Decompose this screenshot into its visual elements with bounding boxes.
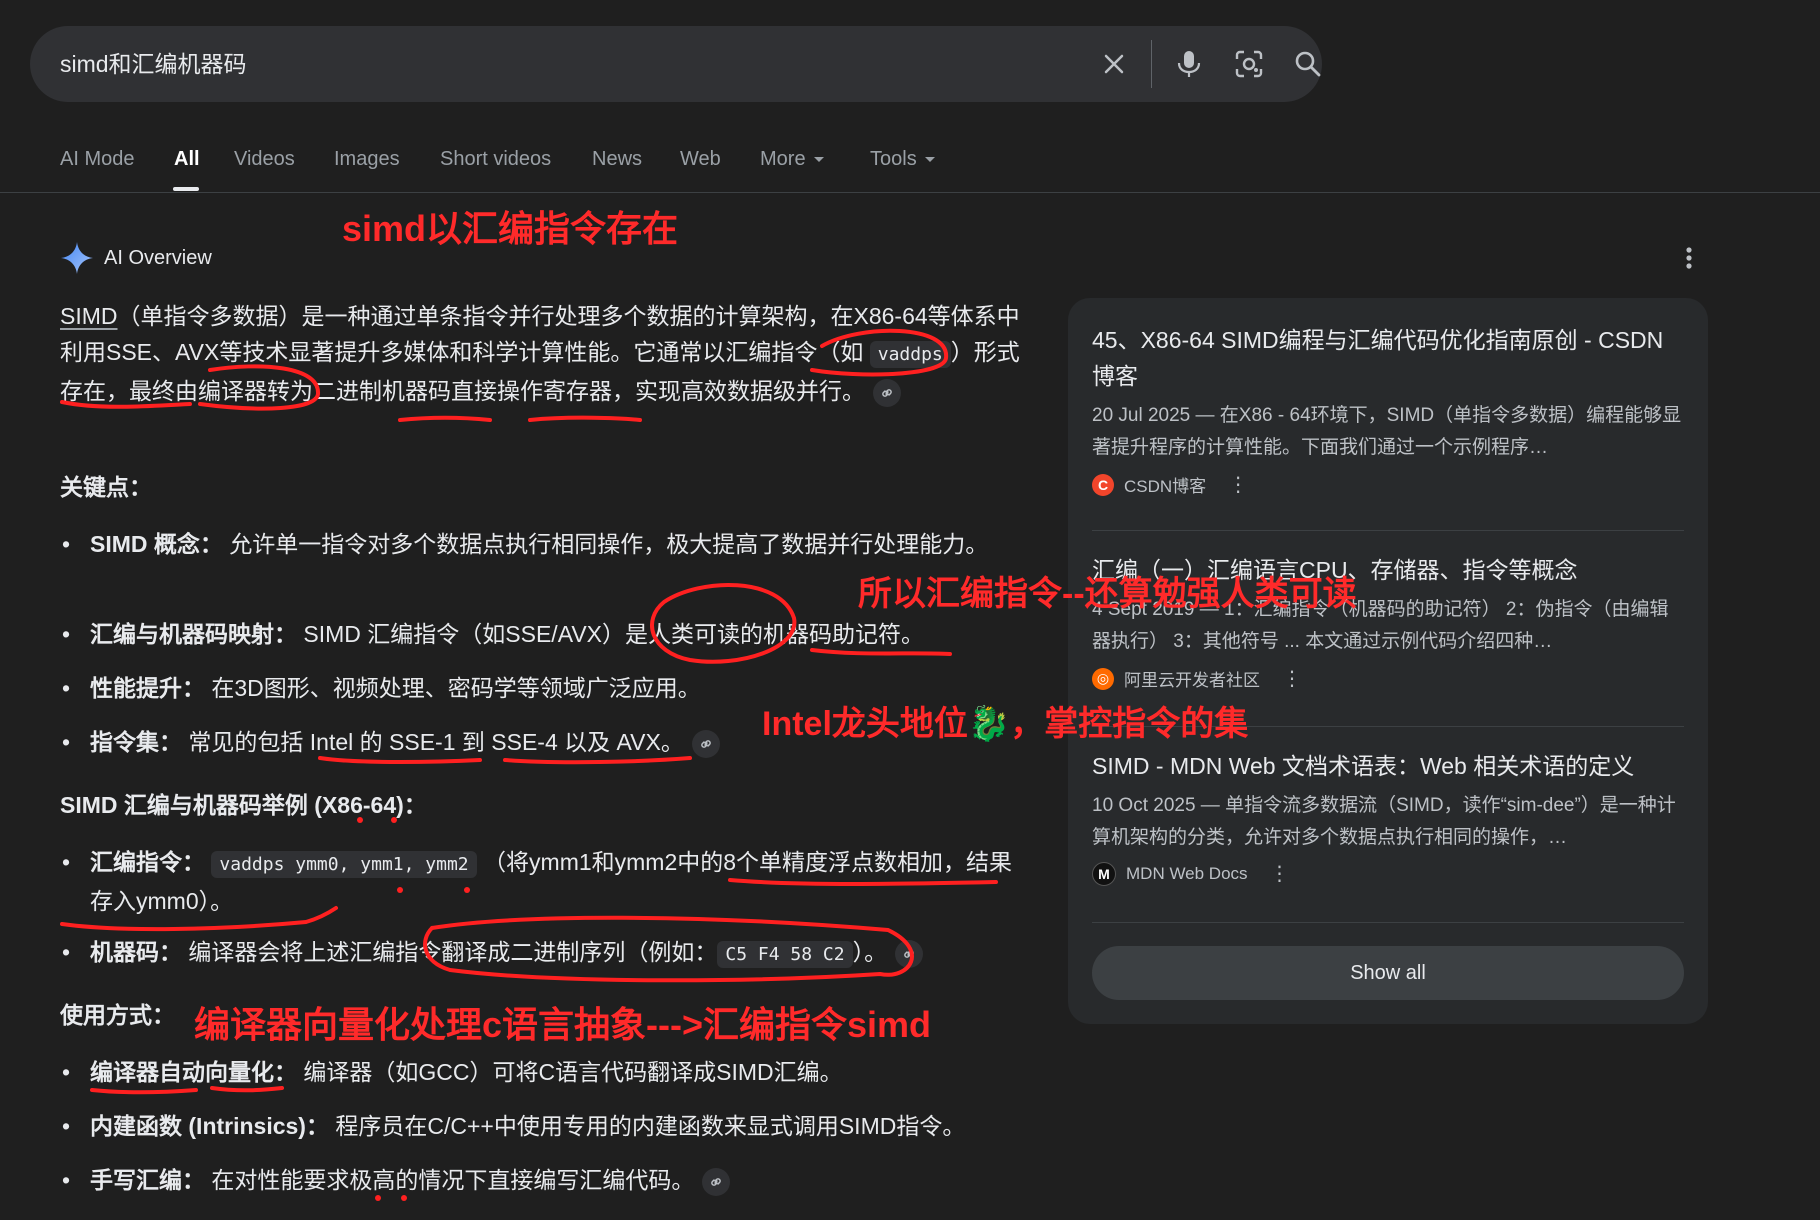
asm-code: vaddps ymm0, ymm1, ymm2 bbox=[211, 851, 477, 878]
source-snippet: 10 Oct 2025 — 单指令流多数据流（SIMD，读作“sim-dee”）… bbox=[1092, 795, 1676, 848]
item-label: 汇编与机器码映射： bbox=[90, 621, 297, 647]
list-item: 汇编指令： vaddps ymm0, ymm1, ymm2 （将ymm1和ymm… bbox=[60, 844, 1020, 919]
tab-images[interactable]: Images bbox=[334, 148, 400, 171]
item-label: SIMD 概念： bbox=[90, 531, 223, 557]
gemini-sparkle-icon bbox=[61, 242, 93, 274]
tab-web[interactable]: Web bbox=[680, 148, 721, 171]
ai-overview-header: AI Overview bbox=[60, 240, 212, 276]
list-item: 汇编与机器码映射： SIMD 汇编指令（如SSE/AVX）是人类可读的机器码助记… bbox=[60, 616, 1020, 652]
tab-more-label: More bbox=[760, 148, 806, 170]
item-label: 汇编指令： bbox=[90, 849, 205, 875]
annotation-text: Intel龙头地位🐉，掌控指令的集 bbox=[762, 705, 1249, 743]
show-all-button[interactable]: Show all bbox=[1092, 946, 1684, 1000]
item-label: 手写汇编： bbox=[90, 1167, 205, 1193]
list-item: 编译器自动向量化： 编译器（如GCC）可将C语言代码翻译成SIMD汇编。 bbox=[60, 1054, 1020, 1090]
tab-ai-mode[interactable]: AI Mode bbox=[60, 148, 134, 171]
source-site-name: MDN Web Docs bbox=[1126, 864, 1248, 883]
list-item: 内建函数 (Intrinsics)： 程序员在C/C++中使用专用的内建函数来显… bbox=[60, 1108, 1020, 1144]
citation-link-icon[interactable] bbox=[873, 378, 901, 407]
item-text: 在对性能要求极高的情况下直接编写汇编代码。 bbox=[211, 1167, 695, 1193]
source-snippet: 20 Jul 2025 — 在X86 - 64环境下，SIMD（单指令多数据）编… bbox=[1092, 405, 1682, 458]
chevron-down-icon bbox=[813, 157, 824, 163]
example-heading: SIMD 汇编与机器码举例 (X86-64)： bbox=[60, 792, 427, 818]
sources-panel: 45、X86-64 SIMD编程与汇编代码优化指南原创 - CSDN博客 20 … bbox=[1068, 298, 1708, 1024]
inline-code: vaddps bbox=[869, 341, 951, 368]
tab-videos[interactable]: Videos bbox=[234, 148, 295, 171]
ai-overview-intro: SIMD（单指令多数据）是一种通过单条指令并行处理多个数据的计算架构，在X86-… bbox=[60, 298, 1020, 409]
annotation-text: simd以汇编指令存在 bbox=[342, 208, 679, 249]
source-site-name: 阿里云开发者社区 bbox=[1124, 671, 1260, 690]
item-text: 编译器会将上述汇编指令翻译成二进制序列（例如： bbox=[188, 939, 718, 965]
ai-overview-title: AI Overview bbox=[104, 246, 212, 269]
microphone-icon[interactable] bbox=[1165, 40, 1213, 88]
search-tabs: AI Mode All Videos Images Short videos N… bbox=[0, 140, 1820, 193]
item-label: 内建函数 (Intrinsics)： bbox=[90, 1113, 329, 1139]
item-label: 性能提升： bbox=[90, 675, 205, 701]
item-label: 编译器自动向量化： bbox=[90, 1059, 297, 1085]
source-site: C CSDN博客 ⋮ bbox=[1092, 472, 1684, 497]
divider bbox=[1092, 530, 1684, 531]
item-label: 机器码： bbox=[90, 939, 182, 965]
item-text: 程序员在C/C++中使用专用的内建函数来显式调用SIMD指令。 bbox=[335, 1113, 966, 1139]
divider bbox=[1092, 922, 1684, 923]
source-title[interactable]: SIMD - MDN Web 文档术语表：Web 相关术语的定义 bbox=[1092, 748, 1684, 784]
list-item: 手写汇编： 在对性能要求极高的情况下直接编写汇编代码。 bbox=[60, 1162, 1020, 1198]
search-divider bbox=[1151, 40, 1152, 88]
tab-news[interactable]: News bbox=[592, 148, 642, 171]
chevron-down-icon bbox=[924, 157, 935, 163]
item-label: 指令集： bbox=[90, 729, 182, 755]
usage-heading: 使用方式： bbox=[60, 1002, 175, 1028]
tab-tools-label: Tools bbox=[870, 148, 917, 170]
source-card[interactable]: SIMD - MDN Web 文档术语表：Web 相关术语的定义 10 Oct … bbox=[1092, 748, 1684, 886]
key-points-heading: 关键点： bbox=[60, 474, 152, 500]
tab-short-videos[interactable]: Short videos bbox=[440, 148, 551, 171]
tab-all[interactable]: All bbox=[174, 148, 200, 171]
item-text: 允许单一指令对多个数据点执行相同操作，极大提高了数据并行处理能力。 bbox=[229, 531, 989, 557]
source-site-name: CSDN博客 bbox=[1124, 477, 1207, 496]
annotation-text: 所以汇编指令--还算勉强人类可读 bbox=[858, 575, 1357, 613]
source-site: M MDN Web Docs ⋮ bbox=[1092, 862, 1684, 886]
item-text: 常见的包括 Intel 的 SSE-1 到 SSE-4 以及 AVX。 bbox=[188, 729, 684, 755]
simd-term-link[interactable]: SIMD bbox=[60, 303, 118, 329]
list-item: SIMD 概念： 允许单一指令对多个数据点执行相同操作，极大提高了数据并行处理能… bbox=[60, 526, 1020, 562]
clear-icon[interactable] bbox=[1090, 40, 1138, 88]
search-bar[interactable]: simd和汇编机器码 bbox=[30, 26, 1322, 102]
more-options-icon[interactable]: ⋮ bbox=[1282, 669, 1302, 689]
source-card[interactable]: 45、X86-64 SIMD编程与汇编代码优化指南原创 - CSDN博客 20 … bbox=[1092, 322, 1684, 497]
item-text: SIMD 汇编指令（如SSE/AVX）是人类可读的机器码助记符。 bbox=[303, 621, 925, 647]
more-options-icon[interactable] bbox=[1685, 246, 1693, 270]
citation-link-icon[interactable] bbox=[702, 1167, 731, 1196]
citation-link-icon[interactable] bbox=[691, 729, 720, 758]
tab-more[interactable]: More bbox=[760, 148, 824, 171]
annotation-text: 编译器向量化处理c语言抽象--->汇编指令simd bbox=[194, 1004, 932, 1045]
citation-link-icon[interactable] bbox=[895, 939, 924, 968]
search-icon[interactable] bbox=[1284, 40, 1332, 88]
search-input[interactable]: simd和汇编机器码 bbox=[60, 26, 247, 102]
aliyun-favicon-icon: ◎ bbox=[1092, 667, 1114, 690]
list-item: 机器码： 编译器会将上述汇编指令翻译成二进制序列（例如：C5 F4 58 C2）… bbox=[60, 934, 1020, 973]
item-text: 在3D图形、视频处理、密码学等领域广泛应用。 bbox=[211, 675, 701, 701]
mdn-favicon-icon: M bbox=[1092, 862, 1116, 886]
active-tab-indicator bbox=[173, 187, 199, 191]
machine-code: C5 F4 58 C2 bbox=[717, 941, 853, 968]
more-options-icon[interactable]: ⋮ bbox=[1270, 864, 1290, 884]
source-title[interactable]: 45、X86-64 SIMD编程与汇编代码优化指南原创 - CSDN博客 bbox=[1092, 322, 1684, 394]
item-text: 编译器（如GCC）可将C语言代码翻译成SIMD汇编。 bbox=[303, 1059, 843, 1085]
lens-camera-icon[interactable] bbox=[1225, 40, 1273, 88]
more-options-icon[interactable]: ⋮ bbox=[1228, 475, 1248, 495]
item-text-end: ）。 bbox=[852, 939, 888, 965]
source-site: ◎ 阿里云开发者社区 ⋮ bbox=[1092, 666, 1684, 691]
csdn-favicon-icon: C bbox=[1092, 473, 1114, 496]
tab-tools[interactable]: Tools bbox=[870, 148, 935, 171]
